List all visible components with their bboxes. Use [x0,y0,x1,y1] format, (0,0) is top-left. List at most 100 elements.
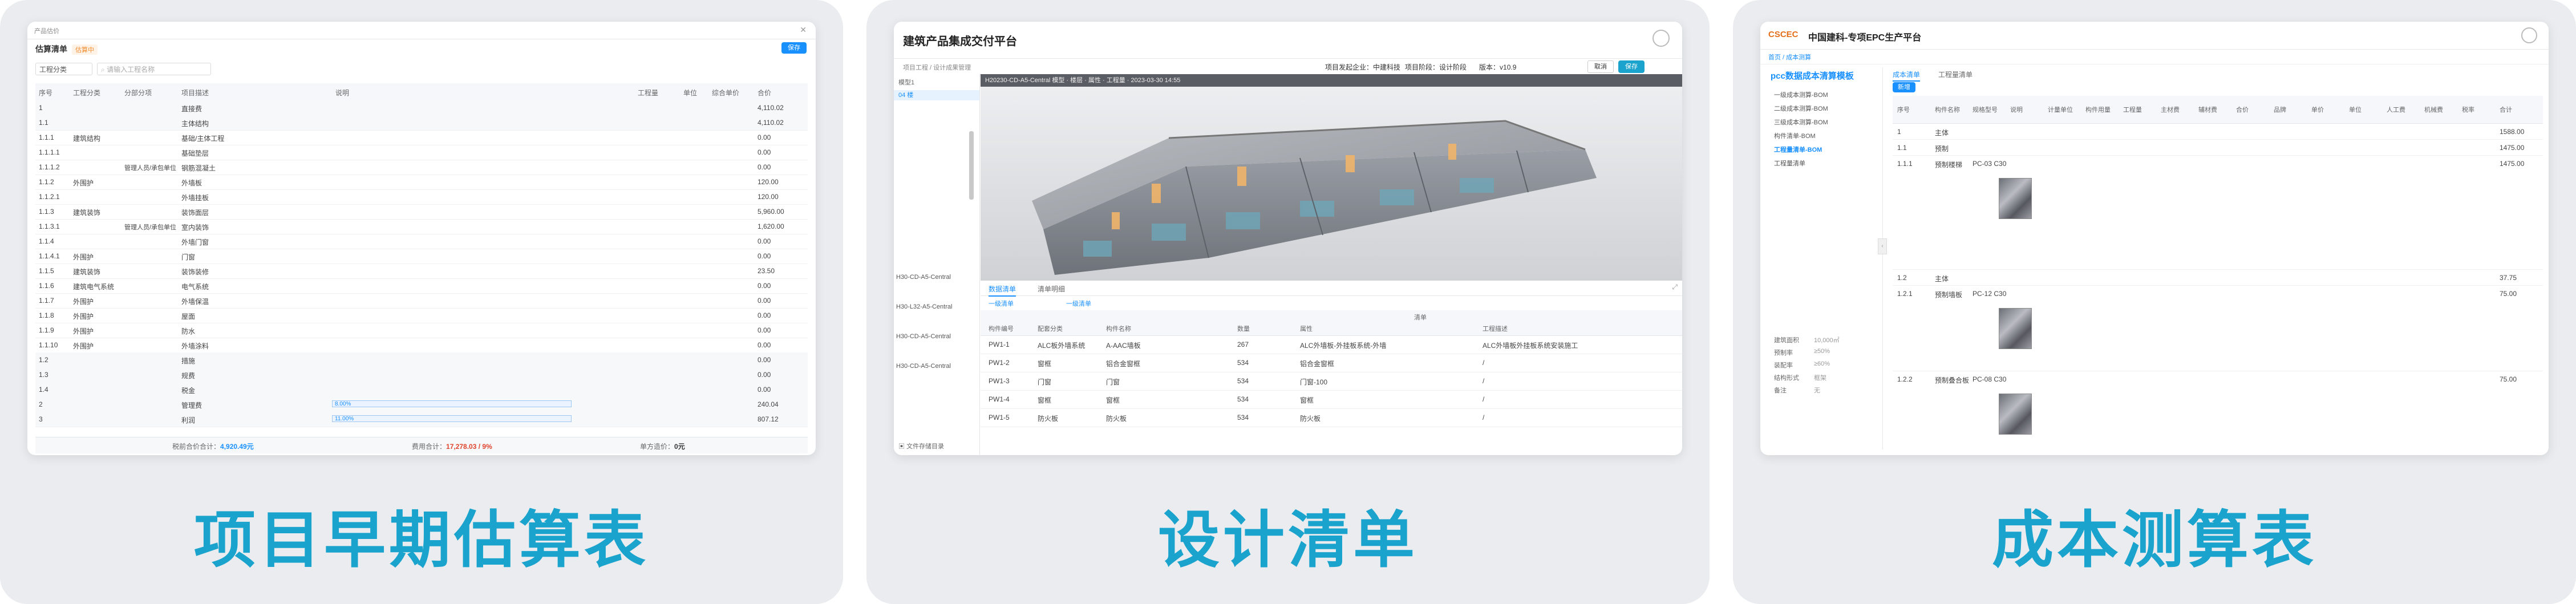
tab-data-list[interactable]: 数据清单 [989,284,1016,297]
row-qty: 534 [1237,377,1249,385]
tab-quantity-list[interactable]: 工程量清单 [1938,70,1972,79]
tab-list-detail[interactable]: 清单明细 [1038,284,1065,294]
table-row[interactable]: 1.1.4.1 外围护 门窗 0.00 [35,249,808,264]
expand-icon[interactable]: ⤢ [1672,283,1678,291]
filter-level-1[interactable]: 一级清单 [989,299,1014,308]
category-select[interactable]: 工程分类 [35,63,92,75]
column-header: 规格型号 [1972,107,1998,113]
tree-item[interactable]: H30-CD-A5-Central [896,363,951,370]
column-header: 工程量 [2123,107,2142,113]
avatar[interactable] [1652,30,1670,47]
sidebar-item[interactable]: 构件清单-BOM [1774,131,1816,140]
cancel-button[interactable]: 取消 [1587,60,1614,73]
row-name: 预制楼梯 [1935,161,1963,169]
row-name: 门窗 [1106,378,1120,386]
sidebar-item[interactable]: 二级成本测算-BOM [1774,104,1828,113]
avatar[interactable] [2521,27,2537,43]
table-row[interactable]: PW1-3 门窗 门窗 534 门窗-100 / [981,372,1682,391]
sidebar-item[interactable]: 工程量清单-BOM [1774,145,1822,154]
row-description: 防水 [181,327,196,335]
table-row[interactable]: PW1-2 窗框 铝合金窗框 534 铝合金窗框 / [981,354,1682,372]
table-row[interactable]: 1.1.1 预制楼梯 PC-03 C30 1475.00 [1893,155,2543,270]
table-row[interactable]: 1.1.2 外围护 外墙板 120.00 [35,175,808,190]
table-row[interactable]: 1.4 税金 0.00 [35,382,808,398]
table-row[interactable]: 1.2.2 预制叠合板 PC-08 C30 75.00 [1893,371,2543,455]
row-total: 0.00 [758,341,771,349]
table-row[interactable]: 1 主体 1588.00 [1893,123,2543,140]
row-spec: PC-03 C30 [1972,160,2007,168]
row-total: 0.00 [758,386,771,394]
row-spec: PC-08 C30 [1972,375,2007,383]
sidebar-item[interactable]: 一级成本测算-BOM [1774,90,1828,99]
add-button[interactable]: 新增 [1893,82,1915,92]
close-icon[interactable]: ✕ [800,25,807,35]
row-total: 120.00 [758,178,779,186]
save-button[interactable]: 保存 [781,42,807,54]
percent-input-b[interactable]: 11.00% [332,415,572,422]
column-header: 综合单价 [712,89,740,97]
table-row[interactable]: 1.1.1 建筑结构 基础/主体工程 0.00 [35,130,808,145]
lower-tabs: 数据清单 清单明细 ⤢ [981,281,1682,297]
search-placeholder: 请输入工程名称 [107,66,155,74]
row-total: 1,620.00 [758,222,784,230]
table-row[interactable]: 1.1.5 建筑装饰 装饰装修 23.50 [35,264,808,279]
table-row[interactable]: 1.1.1.2 管理人员/承包单位 钢筋混凝土 0.00 [35,160,808,175]
breadcrumb[interactable]: 项目工程 / 设计成果管理 [903,63,971,72]
table-row[interactable]: 1.1 预制 1475.00 [1893,139,2543,156]
table-row[interactable]: 1.1.8 外围护 屋面 0.00 [35,308,808,323]
meta-version-label: 版本： [1479,63,1500,71]
table-row[interactable]: 1.1.10 外围护 外墙涂料 0.00 [35,338,808,353]
tree-item[interactable]: H30-CD-A5-Central [896,274,951,281]
tree-scrollbar[interactable] [969,131,974,200]
table-row[interactable]: 1.2 措施 0.00 [35,352,808,368]
building-model-render [981,87,1682,281]
table-row[interactable]: 1.1.7 外围护 外墙保温 0.00 [35,293,808,309]
table-row[interactable]: 1.1 主体结构 4,110.02 [35,115,808,131]
column-header: 主材费 [2161,107,2180,113]
tree-header: 模型1 [898,79,915,86]
table-row[interactable]: 1.1.2.1 外墙挂板 120.00 [35,189,808,205]
window-topbar: 产品估价 ✕ [27,22,816,39]
row-name: 窗框 [1106,396,1120,404]
table-row[interactable]: 1.1.6 建筑电气系统 电气系统 0.00 [35,278,808,294]
row-desc: ALC外墙板-外挂板系统-外墙 [1300,342,1387,350]
column-header: 合价 [2236,107,2249,113]
table-row[interactable]: 1.2.1 预制墙板 PC-12 C30 75.00 [1893,285,2543,371]
table-row[interactable]: 1 直接费 4,110.02 [35,100,808,116]
row-class: ALC板外墙系统 [1038,342,1086,350]
row-number: 1.1.3.1 [39,222,60,230]
row-number: 1.1.4 [39,237,54,245]
table-row[interactable]: PW1-4 窗框 窗框 534 窗框 / [981,390,1682,409]
row-total: 0.00 [758,326,771,334]
bim-viewer[interactable]: H20230-CD-A5-Central 模型 · 楼层 · 属性 · 工程量 … [981,74,1682,281]
collapse-handle[interactable]: ‹ [1878,238,1887,254]
table-row[interactable]: 1.1.1.1 基础垫层 0.00 [35,145,808,160]
table-row[interactable]: PW1-1 ALC板外墙系统 A-AAC墙板 267 ALC外墙板-外挂板系统-外墙 AL… [981,335,1682,354]
table-row[interactable]: 1.3 规费 0.00 [35,367,808,383]
sidebar-item[interactable]: 三级成本测算-BOM [1774,117,1828,127]
info-key: 结构形式 [1774,375,1799,382]
row-description: 外墙保温 [181,298,209,306]
search-input[interactable]: ⌕ 请输入工程名称 [97,63,211,75]
table-row[interactable]: 1.1.4 外墙门窗 0.00 [35,234,808,249]
file-storage-link[interactable]: ▣ 文件存储目录 [898,441,944,451]
row-desc: 门窗-100 [1300,378,1328,386]
table-row[interactable]: 1.1.3.1 管理人员/承包单位 室内装饰 1,620.00 [35,219,808,234]
percent-input-a[interactable]: 8.00% [332,400,572,407]
design-list-area: 数据清单 清单明细 ⤢ 一级清单 一级清单 清单 构件编号 配套分类 构件名称 数量 属… [981,281,1682,455]
tree-item[interactable]: H30-CD-A5-Central [896,333,951,340]
row-number: 1.1.5 [39,267,54,275]
tree-item[interactable]: H30-L32-A5-Central [896,303,952,310]
tab-cost-list[interactable]: 成本清单 [1893,70,1921,82]
save-button[interactable]: 保存 [1618,60,1645,73]
row-class: 防火板 [1038,415,1059,423]
table-row[interactable]: 1.2 主体 37.75 [1893,269,2543,286]
filter-level-2[interactable]: 一级清单 [1066,299,1091,308]
tree-item-selected[interactable]: 04 楼 [894,90,979,100]
row-class: 窗框 [1038,396,1052,404]
table-row[interactable]: PW1-5 防火板 防火板 534 防火板 / [981,408,1682,427]
table-row[interactable]: 1.1.3 建筑装饰 装饰面层 5,960.00 [35,204,808,220]
table-row[interactable]: 1.1.9 外围护 防水 0.00 [35,323,808,338]
breadcrumb[interactable]: 首页 / 成本测算 [1768,52,1811,62]
sidebar-item[interactable]: 工程量清单 [1774,159,1805,168]
